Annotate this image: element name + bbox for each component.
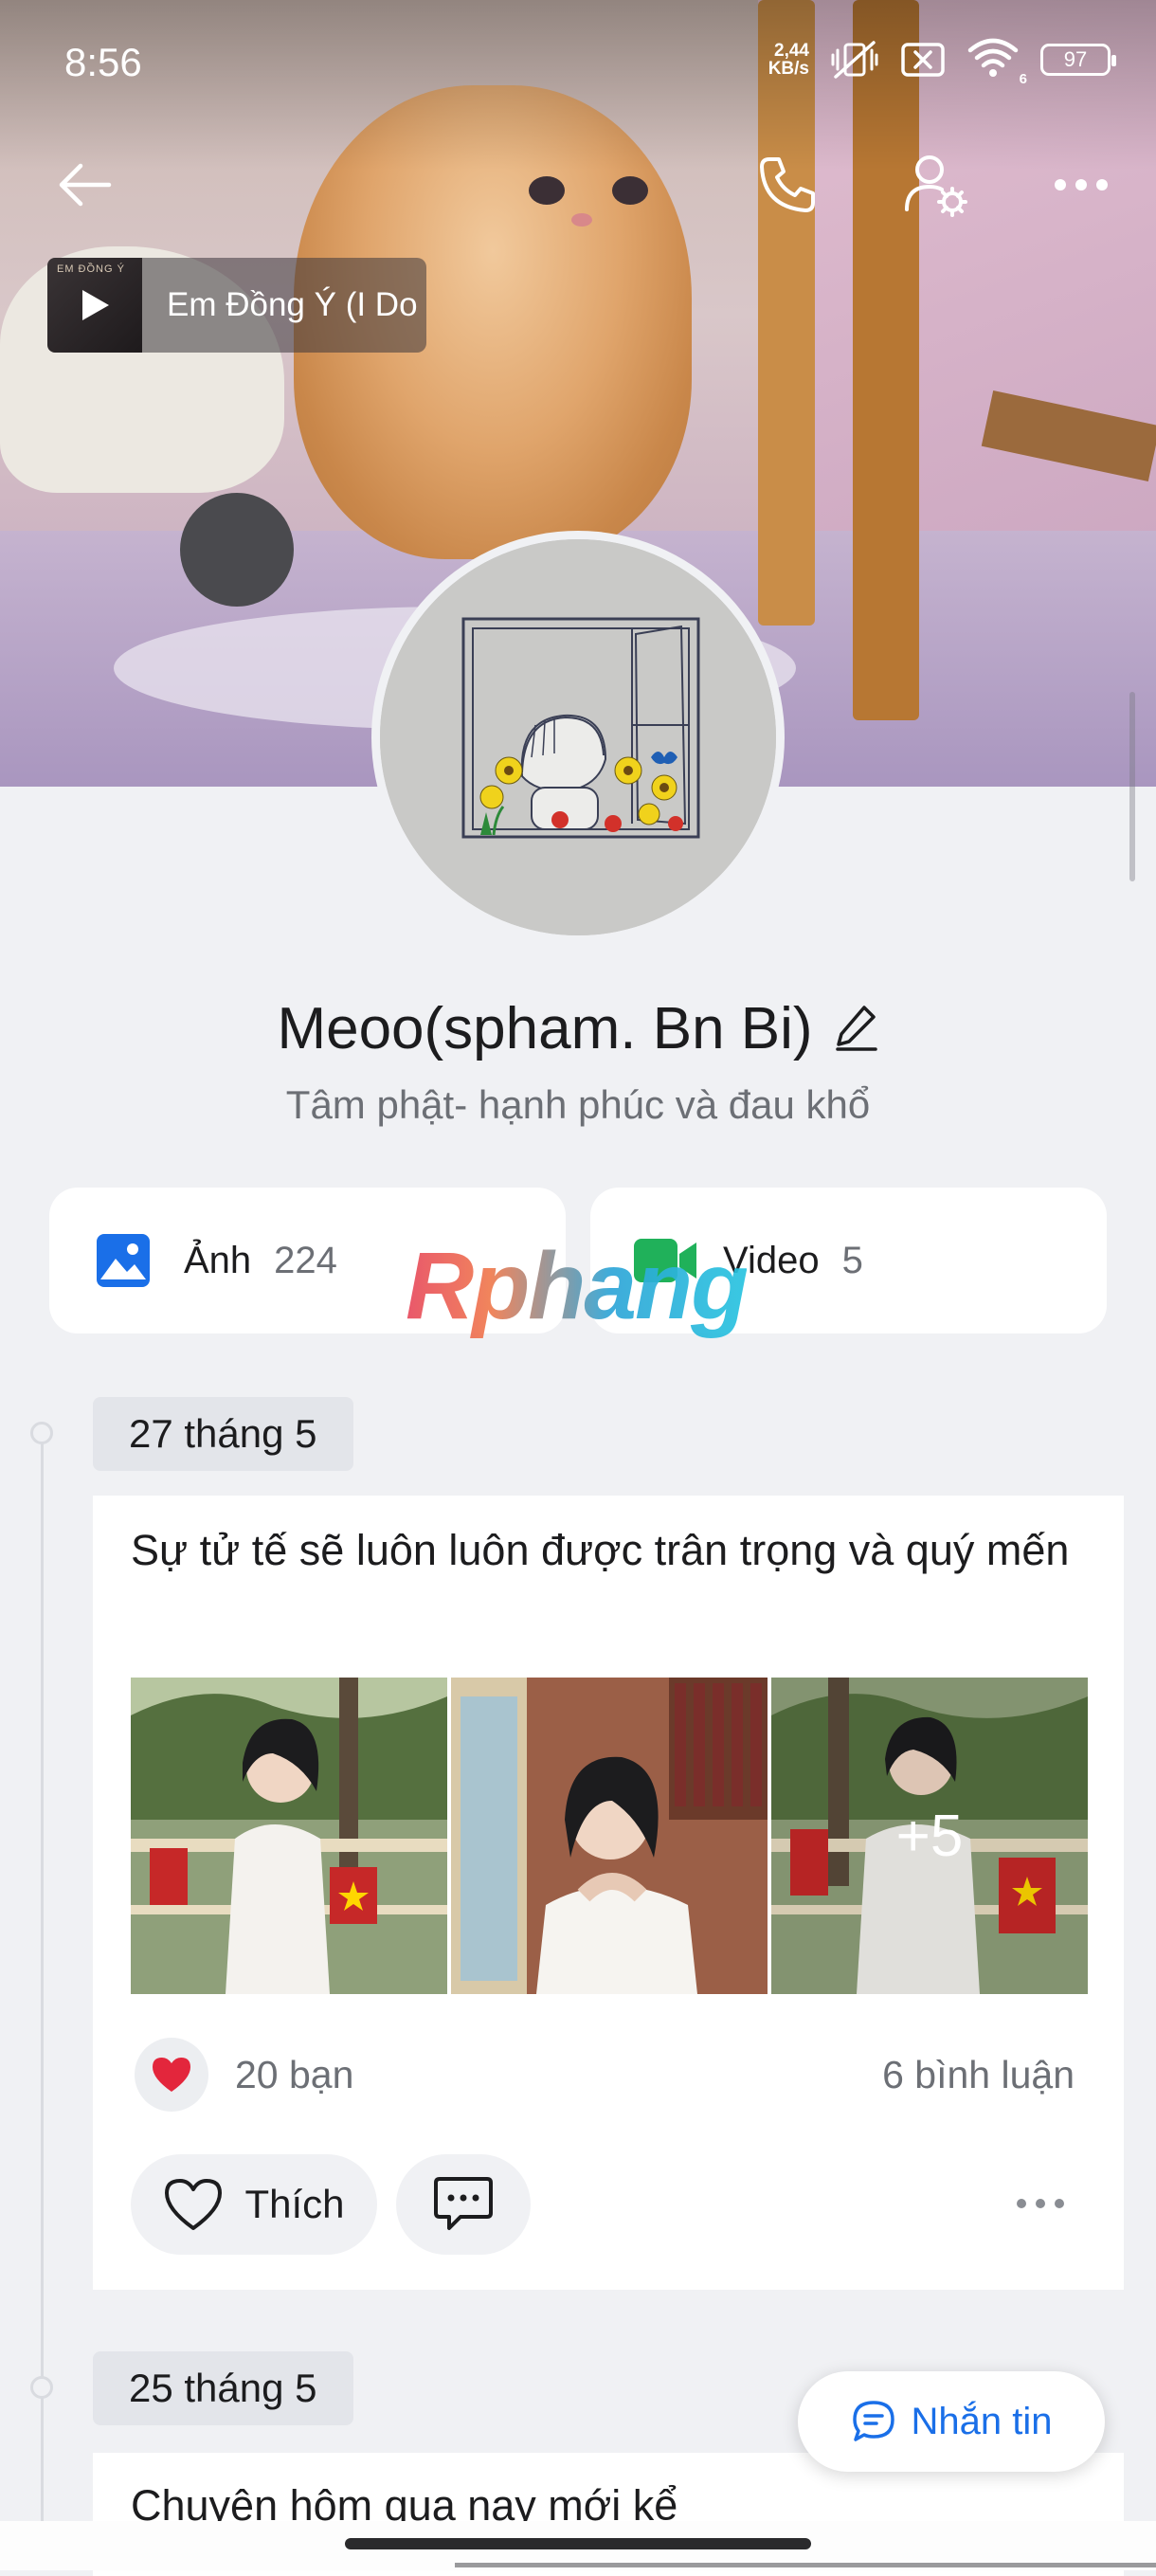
nav-divider <box>455 2563 1156 2567</box>
date-badge: 27 tháng 5 <box>93 1397 353 1471</box>
home-gesture-handle[interactable] <box>345 2538 811 2549</box>
music-title: Em Đồng Ý (I Do <box>167 286 418 323</box>
status-icons: 2,44 KB/s 6 97 <box>768 36 1116 87</box>
date-badge: 25 tháng 5 <box>93 2351 353 2425</box>
post-photo-more[interactable]: +5 <box>771 1678 1088 1994</box>
network-speed: 2,44 KB/s <box>768 41 809 79</box>
profile-name: Meoo(spham. Bn Bi) <box>277 996 813 1061</box>
user-settings-icon <box>905 155 967 217</box>
like-label: Thích <box>244 2182 345 2226</box>
profile-music-chip[interactable]: EM ĐỒNG Ý Em Đồng Ý (I Do <box>47 258 426 353</box>
avatar[interactable] <box>371 531 785 944</box>
back-arrow-icon <box>59 163 112 207</box>
more-options-button[interactable] <box>1039 142 1124 227</box>
heart-icon <box>153 2058 190 2092</box>
timeline-dot <box>30 1422 53 1444</box>
pencil-icon <box>835 1006 877 1051</box>
music-thumbnail: EM ĐỒNG Ý <box>47 258 142 353</box>
avatar-drawing <box>380 539 776 935</box>
wifi-icon: 6 <box>966 37 1027 87</box>
back-button[interactable] <box>42 142 127 227</box>
reaction-count[interactable]: 20 bạn <box>235 2053 353 2097</box>
timeline-dot <box>30 2376 53 2399</box>
post-photo[interactable] <box>131 1678 447 1994</box>
phone-icon <box>760 157 815 212</box>
post-more-button[interactable] <box>1002 2180 1078 2227</box>
reaction-badge[interactable] <box>135 2038 208 2112</box>
like-button[interactable]: Thích <box>131 2154 377 2255</box>
play-icon <box>82 290 109 320</box>
status-time: 8:56 <box>64 40 142 84</box>
comment-count[interactable]: 6 bình luận <box>882 2053 1075 2097</box>
scrollbar[interactable] <box>1129 692 1135 881</box>
call-button[interactable] <box>745 142 830 227</box>
videos-count: 5 <box>841 1239 863 1281</box>
post-text[interactable]: Sự tử tế sẽ luôn luôn được trân trọng và… <box>131 1522 1078 1579</box>
more-icon <box>1055 179 1108 190</box>
no-sim-icon <box>901 43 945 77</box>
photos-label: Ảnh <box>184 1239 252 1281</box>
photos-count: 224 <box>274 1239 337 1281</box>
chat-bubble-icon <box>852 2401 894 2441</box>
comment-button[interactable] <box>396 2154 531 2255</box>
battery-indicator: 97 <box>1040 44 1116 76</box>
post-photo[interactable] <box>451 1678 768 1994</box>
watermark-logo: Rphang <box>406 1233 749 1339</box>
edit-name-button[interactable] <box>834 1002 879 1056</box>
heart-outline-icon <box>165 2179 223 2230</box>
more-photos-count: +5 <box>771 1678 1088 1994</box>
image-icon <box>97 1234 150 1287</box>
send-message-label: Nhắn tin <box>911 2400 1053 2442</box>
profile-bio: Tâm phật- hạnh phúc và đau khổ <box>285 1082 871 1127</box>
comment-icon <box>434 2177 493 2230</box>
profile-settings-button[interactable] <box>893 142 978 227</box>
send-message-button[interactable]: Nhắn tin <box>798 2371 1105 2472</box>
vibrate-off-icon <box>831 41 878 79</box>
profile-name-row: Meoo(spham. Bn Bi) <box>0 995 1156 1062</box>
